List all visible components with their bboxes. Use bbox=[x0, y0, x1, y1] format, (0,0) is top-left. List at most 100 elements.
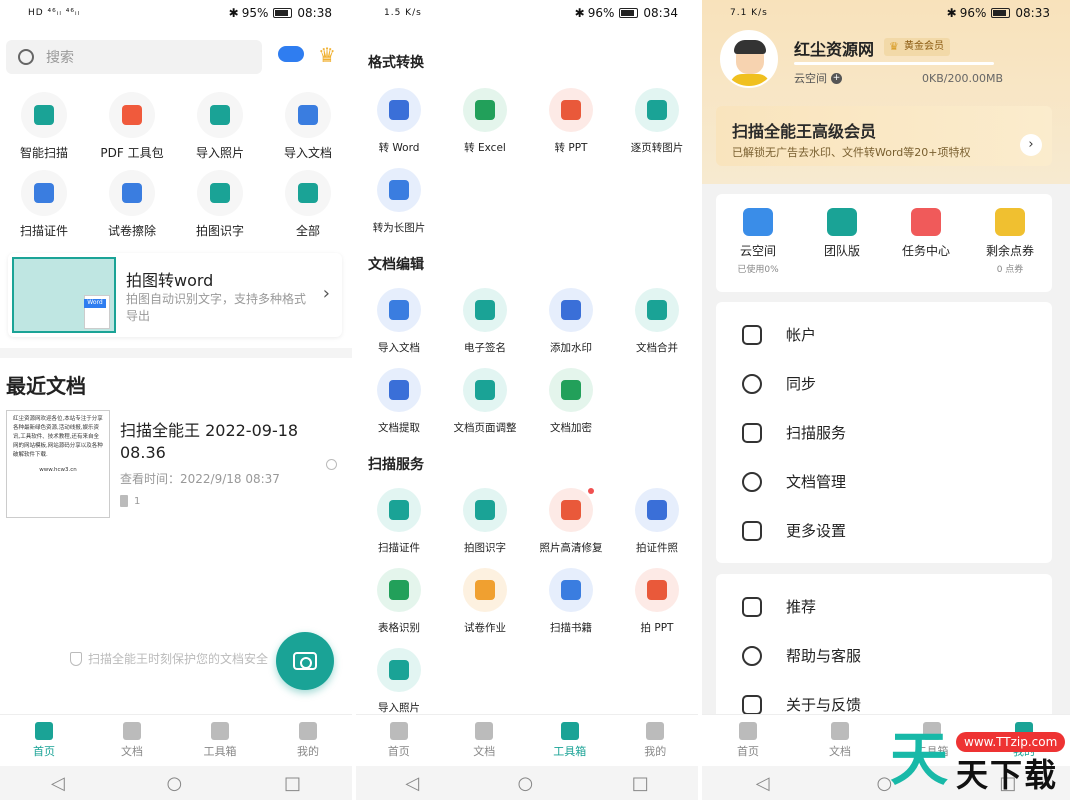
bluetooth-icon: ✱ bbox=[574, 6, 585, 20]
id-card-icon bbox=[34, 183, 54, 203]
menu-label: 扫描服务 bbox=[786, 424, 847, 442]
home-nav-icon[interactable]: ○ bbox=[167, 773, 183, 794]
tool-item[interactable]: 照片高清修复 bbox=[528, 488, 614, 568]
tab-item[interactable]: 首页 bbox=[713, 722, 783, 759]
tab-item[interactable]: 文档 bbox=[97, 722, 167, 759]
scan-icon bbox=[34, 105, 54, 125]
username: 红尘资源网 bbox=[794, 40, 875, 59]
stat-item[interactable]: 任务中心 bbox=[886, 208, 966, 292]
tool-item[interactable]: 表格识别 bbox=[356, 568, 442, 648]
tool-item[interactable]: 文档合并 bbox=[614, 288, 698, 368]
tool-item[interactable]: 导入文档 bbox=[264, 92, 352, 170]
tab-item[interactable]: 工具箱 bbox=[185, 722, 255, 759]
tab-item[interactable]: 文档 bbox=[449, 722, 519, 759]
status-right: ✱ 96% 08:34 bbox=[575, 6, 678, 20]
premium-description: 已解锁无广告去水印、文件转Word等20+项特权 bbox=[732, 146, 971, 159]
tool-item[interactable]: 添加水印 bbox=[528, 288, 614, 368]
clock: 08:38 bbox=[297, 6, 332, 20]
tool-item[interactable]: 扫描证件 bbox=[0, 170, 88, 248]
tool-item[interactable]: 智能扫描 bbox=[0, 92, 88, 170]
watermark-url: www.TTzip.com bbox=[956, 732, 1066, 752]
home-nav-icon[interactable]: ○ bbox=[518, 773, 534, 794]
watermark-big: 天 bbox=[890, 725, 949, 793]
tool-item[interactable]: 扫描证件 bbox=[356, 488, 442, 568]
tab-item[interactable]: 首页 bbox=[364, 722, 434, 759]
back-nav-icon[interactable]: ◁ bbox=[405, 773, 419, 794]
recents-nav-icon[interactable]: □ bbox=[284, 773, 301, 794]
tool-label: 扫描书籍 bbox=[550, 622, 592, 634]
tool-item[interactable]: 试卷作业 bbox=[442, 568, 528, 648]
tool-item[interactable]: 拍证件照 bbox=[614, 488, 698, 568]
pdf-icon bbox=[122, 105, 142, 125]
tool-icon-wrap bbox=[197, 170, 243, 216]
menu-item[interactable]: 推荐 bbox=[716, 582, 1052, 631]
stat-item[interactable]: 剩余点券 0 点券 bbox=[970, 208, 1050, 292]
menu-item[interactable]: 文档管理 bbox=[716, 457, 1052, 506]
tool-item[interactable]: 转 PPT bbox=[528, 88, 614, 168]
cloud-space[interactable]: 云空间 + bbox=[794, 70, 842, 86]
tool-item[interactable]: 转 Excel bbox=[442, 88, 528, 168]
profile-screen: 7.1 K/s ✱ 96% 08:33 红尘资源网 黄金会员 云空间 + 0KB… bbox=[702, 0, 1070, 800]
photo-to-word-banner[interactable]: Word 拍图转word 拍图自动识别文字，支持多种格式导出 › bbox=[8, 253, 342, 337]
tool-item[interactable]: 拍图识字 bbox=[442, 488, 528, 568]
menu-item[interactable]: 扫描服务 bbox=[716, 408, 1052, 457]
back-nav-icon[interactable]: ◁ bbox=[51, 773, 65, 794]
doc-name[interactable]: 扫描全能王 2022-09-18 08.36 bbox=[120, 420, 320, 464]
menu-item[interactable]: 帮助与客服 bbox=[716, 631, 1052, 680]
tool-item[interactable]: 扫描书籍 bbox=[528, 568, 614, 648]
tool-item[interactable]: 全部 bbox=[264, 170, 352, 248]
stat-item[interactable]: 团队版 bbox=[802, 208, 882, 292]
camera-button[interactable] bbox=[276, 632, 334, 690]
tool-item[interactable]: 文档加密 bbox=[528, 368, 614, 448]
tool-label: 全部 bbox=[295, 224, 320, 238]
tool-icon bbox=[561, 380, 581, 400]
tool-label: 文档页面调整 bbox=[453, 422, 517, 434]
tool-icon-wrap bbox=[377, 168, 421, 212]
tool-item[interactable]: 拍 PPT bbox=[614, 568, 698, 648]
tool-label: 智能扫描 bbox=[19, 146, 68, 160]
tool-item[interactable]: 逐页转图片 bbox=[614, 88, 698, 168]
tool-item[interactable]: 文档提取 bbox=[356, 368, 442, 448]
doc-thumbnail[interactable]: 红尘资源网欢迎各位,本站专注于分享各种最新绿色资源,活动线报,娱乐资讯,工具软件… bbox=[6, 410, 110, 518]
tab-item[interactable]: 我的 bbox=[273, 722, 343, 759]
tab-icon bbox=[831, 722, 849, 740]
tool-item[interactable]: 试卷擦除 bbox=[88, 170, 176, 248]
tab-item[interactable]: 首页 bbox=[9, 722, 79, 759]
tool-item[interactable]: PDF 工具包 bbox=[88, 92, 176, 170]
menu-item[interactable]: 同步 bbox=[716, 359, 1052, 408]
tab-item[interactable]: 工具箱 bbox=[535, 722, 605, 759]
avatar[interactable] bbox=[720, 30, 778, 88]
tool-label: 逐页转图片 bbox=[630, 142, 684, 154]
tool-icon-wrap bbox=[549, 288, 593, 332]
doc-select-radio[interactable] bbox=[326, 459, 337, 470]
tool-item[interactable]: 转为长图片 bbox=[356, 168, 442, 248]
tool-item[interactable]: 电子签名 bbox=[442, 288, 528, 368]
tool-label: 表格识别 bbox=[378, 622, 420, 634]
doc-page-count: 1 bbox=[120, 495, 140, 507]
stat-item[interactable]: 云空间 已使用0% bbox=[718, 208, 798, 292]
crown-icon[interactable]: ♛ bbox=[318, 45, 342, 65]
tool-item[interactable]: 拍图识字 bbox=[176, 170, 264, 248]
cloud-icon[interactable] bbox=[278, 46, 304, 62]
doc-view-time: 查看时间：2022/9/18 08:37 bbox=[120, 472, 280, 486]
section-title: 扫描服务 bbox=[368, 457, 424, 473]
menu-item[interactable]: 帐户 bbox=[716, 310, 1052, 359]
battery-icon bbox=[273, 8, 293, 18]
stat-label: 剩余点券 bbox=[985, 244, 1034, 258]
tab-item[interactable]: 我的 bbox=[620, 722, 690, 759]
menu-item[interactable]: 更多设置 bbox=[716, 506, 1052, 555]
battery-icon bbox=[991, 8, 1011, 18]
tool-icon-wrap bbox=[285, 170, 331, 216]
search-input[interactable]: 搜索 bbox=[6, 40, 262, 74]
tool-item[interactable]: 转 Word bbox=[356, 88, 442, 168]
recents-nav-icon[interactable]: □ bbox=[632, 773, 649, 794]
tool-item[interactable]: 导入文档 bbox=[356, 288, 442, 368]
tool-icon-wrap bbox=[21, 170, 67, 216]
tool-label: 添加水印 bbox=[550, 342, 592, 354]
back-nav-icon[interactable]: ◁ bbox=[756, 773, 770, 794]
tool-label: PDF 工具包 bbox=[100, 146, 164, 160]
premium-member-card[interactable]: 扫描全能王高级会员 已解锁无广告去水印、文件转Word等20+项特权 › bbox=[716, 106, 1052, 166]
tool-item[interactable]: 导入照片 bbox=[176, 92, 264, 170]
tab-item[interactable]: 文档 bbox=[805, 722, 875, 759]
tool-item[interactable]: 文档页面调整 bbox=[442, 368, 528, 448]
